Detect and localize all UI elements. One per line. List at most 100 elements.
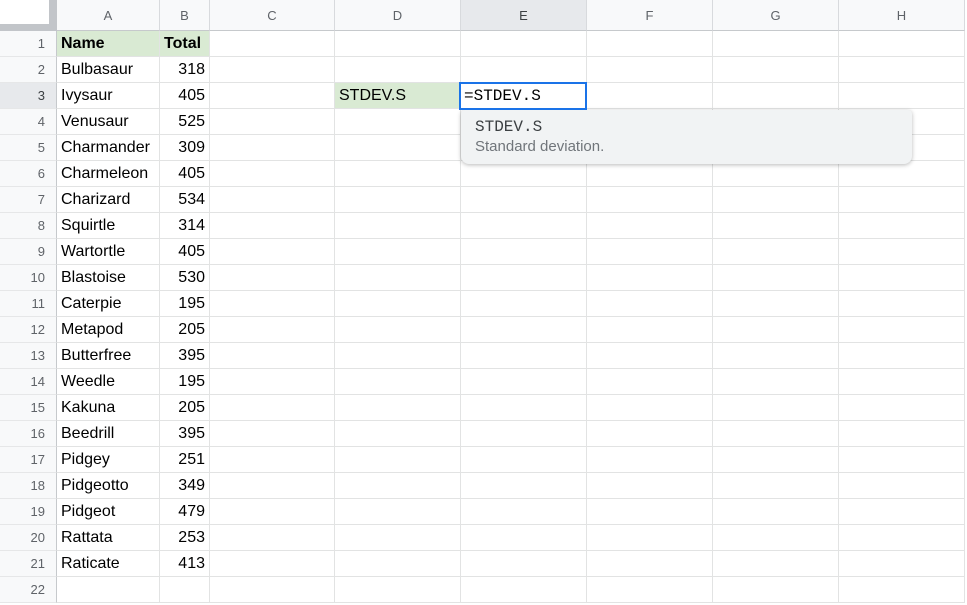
cell-F15[interactable] (587, 395, 713, 421)
cell-E14[interactable] (461, 369, 587, 395)
cell-H18[interactable] (839, 473, 965, 499)
row-header-8[interactable]: 8 (0, 213, 57, 239)
row-header-18[interactable]: 18 (0, 473, 57, 499)
cell-A5[interactable]: Charmander (57, 135, 160, 161)
cell-C1[interactable] (210, 31, 335, 57)
cell-E9[interactable] (461, 239, 587, 265)
cell-A2[interactable]: Bulbasaur (57, 57, 160, 83)
cell-B17[interactable]: 251 (160, 447, 210, 473)
cell-E18[interactable] (461, 473, 587, 499)
cell-H8[interactable] (839, 213, 965, 239)
row-header-2[interactable]: 2 (0, 57, 57, 83)
cell-B13[interactable]: 395 (160, 343, 210, 369)
cell-A14[interactable]: Weedle (57, 369, 160, 395)
column-header-H[interactable]: H (839, 0, 965, 31)
row-header-21[interactable]: 21 (0, 551, 57, 577)
cell-H15[interactable] (839, 395, 965, 421)
cell-H1[interactable] (839, 31, 965, 57)
cell-E12[interactable] (461, 317, 587, 343)
cell-F6[interactable] (587, 161, 713, 187)
cell-H10[interactable] (839, 265, 965, 291)
column-header-D[interactable]: D (335, 0, 461, 31)
cell-B4[interactable]: 525 (160, 109, 210, 135)
cell-D15[interactable] (335, 395, 461, 421)
cell-D3[interactable]: STDEV.S (335, 83, 461, 109)
cell-C9[interactable] (210, 239, 335, 265)
cell-H9[interactable] (839, 239, 965, 265)
cell-D7[interactable] (335, 187, 461, 213)
cell-G16[interactable] (713, 421, 839, 447)
cell-G21[interactable] (713, 551, 839, 577)
row-header-15[interactable]: 15 (0, 395, 57, 421)
cell-B8[interactable]: 314 (160, 213, 210, 239)
cell-H20[interactable] (839, 525, 965, 551)
cell-D6[interactable] (335, 161, 461, 187)
cell-D19[interactable] (335, 499, 461, 525)
cell-B10[interactable]: 530 (160, 265, 210, 291)
row-header-22[interactable]: 22 (0, 577, 57, 603)
row-header-12[interactable]: 12 (0, 317, 57, 343)
cell-D4[interactable] (335, 109, 461, 135)
row-header-6[interactable]: 6 (0, 161, 57, 187)
cell-D12[interactable] (335, 317, 461, 343)
cell-B21[interactable]: 413 (160, 551, 210, 577)
cell-F7[interactable] (587, 187, 713, 213)
cell-A1[interactable]: Name (57, 31, 160, 57)
cell-H3[interactable] (839, 83, 965, 109)
cell-F21[interactable] (587, 551, 713, 577)
cell-B2[interactable]: 318 (160, 57, 210, 83)
cell-B5[interactable]: 309 (160, 135, 210, 161)
cell-G20[interactable] (713, 525, 839, 551)
cell-H12[interactable] (839, 317, 965, 343)
column-header-G[interactable]: G (713, 0, 839, 31)
cell-E19[interactable] (461, 499, 587, 525)
cell-A22[interactable] (57, 577, 160, 603)
cell-A13[interactable]: Butterfree (57, 343, 160, 369)
cell-G1[interactable] (713, 31, 839, 57)
cell-C4[interactable] (210, 109, 335, 135)
cell-F16[interactable] (587, 421, 713, 447)
column-header-B[interactable]: B (160, 0, 210, 31)
cell-F17[interactable] (587, 447, 713, 473)
cell-F22[interactable] (587, 577, 713, 603)
cell-G12[interactable] (713, 317, 839, 343)
cell-A10[interactable]: Blastoise (57, 265, 160, 291)
cell-C22[interactable] (210, 577, 335, 603)
cell-D8[interactable] (335, 213, 461, 239)
select-all-corner[interactable] (0, 0, 57, 31)
cell-B18[interactable]: 349 (160, 473, 210, 499)
cell-B22[interactable] (160, 577, 210, 603)
cell-A7[interactable]: Charizard (57, 187, 160, 213)
cell-C17[interactable] (210, 447, 335, 473)
cell-A18[interactable]: Pidgeotto (57, 473, 160, 499)
cell-E22[interactable] (461, 577, 587, 603)
cell-H19[interactable] (839, 499, 965, 525)
cell-D17[interactable] (335, 447, 461, 473)
cell-F2[interactable] (587, 57, 713, 83)
row-header-3[interactable]: 3 (0, 83, 57, 109)
cell-D13[interactable] (335, 343, 461, 369)
cell-H17[interactable] (839, 447, 965, 473)
cell-E17[interactable] (461, 447, 587, 473)
column-header-F[interactable]: F (587, 0, 713, 31)
cell-D11[interactable] (335, 291, 461, 317)
cell-A15[interactable]: Kakuna (57, 395, 160, 421)
cell-F18[interactable] (587, 473, 713, 499)
cell-G18[interactable] (713, 473, 839, 499)
cell-G14[interactable] (713, 369, 839, 395)
cell-G10[interactable] (713, 265, 839, 291)
active-cell-editor[interactable]: =STDEV.S (459, 82, 587, 110)
cell-D2[interactable] (335, 57, 461, 83)
cell-H16[interactable] (839, 421, 965, 447)
cell-G7[interactable] (713, 187, 839, 213)
cell-A17[interactable]: Pidgey (57, 447, 160, 473)
cell-G15[interactable] (713, 395, 839, 421)
cell-A21[interactable]: Raticate (57, 551, 160, 577)
cell-B20[interactable]: 253 (160, 525, 210, 551)
cell-E8[interactable] (461, 213, 587, 239)
cell-H2[interactable] (839, 57, 965, 83)
cell-B9[interactable]: 405 (160, 239, 210, 265)
column-header-C[interactable]: C (210, 0, 335, 31)
cell-H7[interactable] (839, 187, 965, 213)
cell-B11[interactable]: 195 (160, 291, 210, 317)
